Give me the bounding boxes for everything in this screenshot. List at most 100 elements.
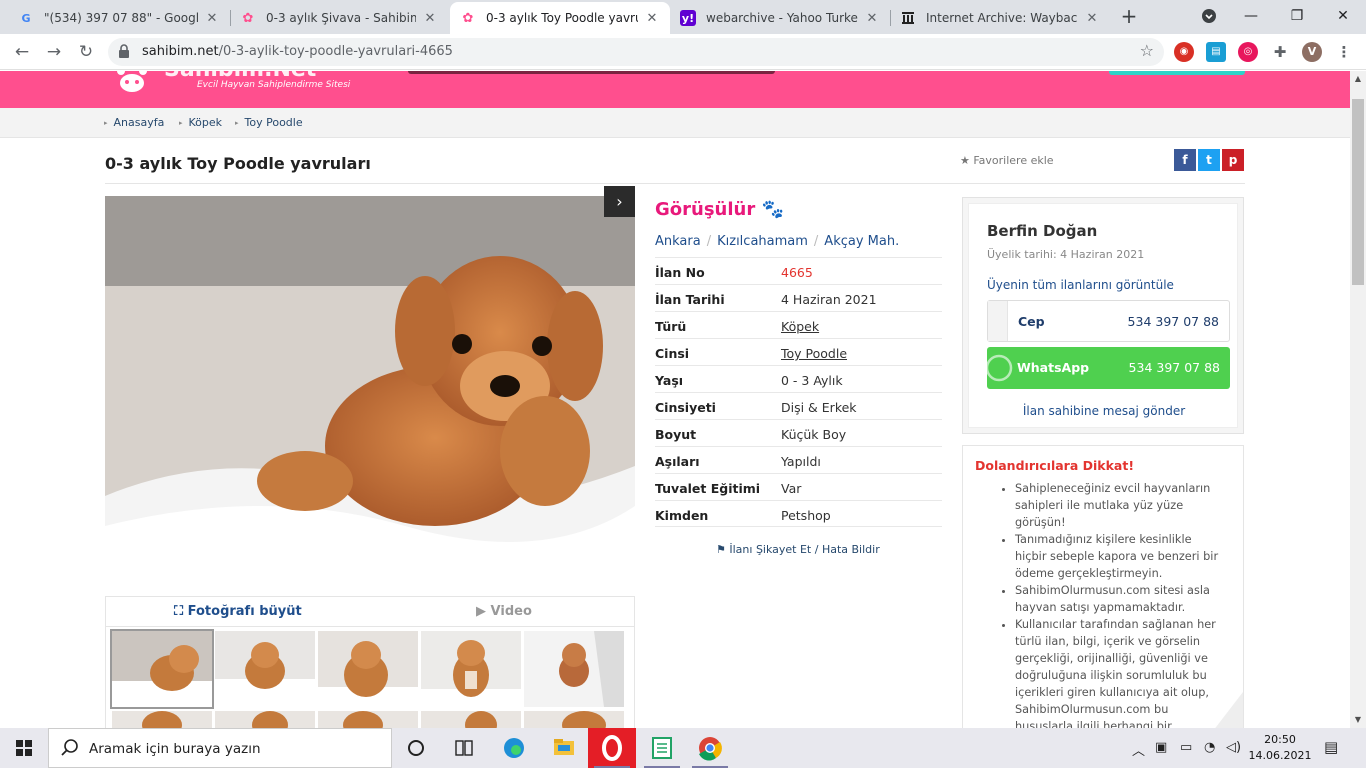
paw-icon: ✿ (242, 10, 254, 26)
bookmark-star-icon[interactable]: ☆ (1140, 41, 1154, 60)
notification-icon[interactable]: ▤ (1324, 738, 1338, 756)
detail-value-link[interactable]: Köpek (781, 319, 819, 334)
whatsapp-icon (987, 354, 1013, 382)
next-photo-button[interactable]: › (604, 186, 635, 217)
tab-archive[interactable]: Internet Archive: Wayback Ma ✕ (890, 2, 1110, 34)
detail-value-link[interactable]: Toy Poodle (781, 346, 847, 361)
tab-yahoo[interactable]: y! webarchive - Yahoo Turkey A ✕ (670, 2, 890, 34)
all-listings-link[interactable]: Üyenin tüm ilanlarını görüntüle (987, 278, 1174, 292)
close-tab-icon[interactable]: ✕ (422, 11, 438, 26)
facebook-share-icon[interactable]: f (1174, 149, 1196, 171)
thumbnail[interactable] (215, 711, 315, 728)
task-view-icon[interactable] (440, 728, 488, 768)
send-message-link[interactable]: İlan sahibine mesaj gönder (969, 404, 1239, 418)
tab-search-icon[interactable] (1186, 0, 1232, 32)
seller-name: Berfin Doğan (987, 222, 1098, 240)
thumbnail[interactable] (524, 711, 624, 728)
extension-icon[interactable]: ◎ (1238, 42, 1258, 62)
search-box[interactable] (408, 71, 775, 74)
spreadsheet-icon[interactable] (638, 728, 686, 768)
location-city[interactable]: Ankara (655, 234, 701, 249)
url-text: sahibim.net/0-3-aylik-toy-poodle-yavrula… (142, 44, 453, 59)
detail-label: Cinsi (655, 346, 690, 361)
twitter-share-icon[interactable]: t (1198, 149, 1220, 171)
location-district[interactable]: Kızılcahamam (717, 234, 808, 249)
opera-icon[interactable] (588, 728, 636, 768)
archive-icon (900, 10, 916, 26)
phone-button[interactable]: Cep 534 397 07 88 (987, 300, 1230, 342)
report-link[interactable]: ⚑ İlanı Şikayet Et / Hata Bildir (716, 543, 880, 556)
new-tab-button[interactable]: + (1118, 5, 1140, 29)
video-tab[interactable]: ▶ Video (476, 604, 532, 619)
breadcrumb-kopek[interactable]: Köpek (179, 116, 223, 129)
tray-expand-icon[interactable]: ︿ (1132, 740, 1145, 759)
search-icon (61, 739, 78, 756)
volume-icon[interactable]: ◁) (1226, 740, 1241, 755)
post-listing-button[interactable] (1109, 71, 1245, 75)
close-tab-icon[interactable]: ✕ (1084, 11, 1100, 26)
close-tab-icon[interactable]: ✕ (204, 11, 220, 26)
main-photo[interactable] (105, 196, 635, 589)
brand-tagline: Evcil Hayvan Sahiplendirme Sitesi (197, 80, 351, 90)
menu-icon[interactable]: ⋮ (1334, 42, 1354, 62)
url-path: /0-3-aylik-toy-poodle-yavrulari-4665 (218, 44, 453, 59)
thumbnail[interactable] (421, 631, 521, 707)
google-icon: G (21, 11, 31, 25)
scroll-down-icon[interactable]: ▼ (1350, 712, 1366, 728)
puppy-image (105, 196, 635, 589)
pinterest-share-icon[interactable]: p (1222, 149, 1244, 171)
cortana-icon[interactable] (392, 728, 440, 768)
tab-toy-poodle[interactable]: ✿ 0-3 aylık Toy Poodle yavruları ✕ (450, 2, 670, 34)
start-button[interactable] (0, 728, 48, 768)
enlarge-photo-tab[interactable]: ⛶ Fotoğrafı büyüt (174, 604, 302, 619)
puzzle-icon[interactable]: ✚ (1270, 42, 1290, 62)
thumbnail[interactable] (112, 711, 212, 728)
lock-icon (119, 44, 129, 58)
scrollbar-thumb[interactable] (1352, 99, 1364, 285)
chrome-icon[interactable] (686, 728, 734, 768)
avatar[interactable]: V (1302, 42, 1322, 62)
thumbnail[interactable] (318, 711, 418, 728)
detail-label: İlan Tarihi (655, 292, 725, 307)
member-since: Üyelik tarihi: 4 Haziran 2021 (987, 248, 1145, 261)
thumbnail[interactable] (421, 711, 521, 728)
page-scrollbar[interactable]: ▲ ▼ (1350, 71, 1366, 728)
detail-value: Küçük Boy (781, 427, 847, 442)
edge-icon[interactable] (490, 728, 538, 768)
extension-icon[interactable]: ◉ (1174, 42, 1194, 62)
detail-row: Aşıları Yapıldı (655, 446, 942, 473)
clock-date: 14.06.2021 (1248, 749, 1312, 762)
breadcrumb-toy-poodle[interactable]: Toy Poodle (235, 116, 303, 129)
back-icon[interactable]: ← (10, 40, 34, 64)
battery-icon[interactable]: ▭ (1180, 740, 1192, 755)
add-favorite-link[interactable]: ★ Favorilere ekle (960, 154, 1054, 167)
close-tab-icon[interactable]: ✕ (864, 11, 880, 26)
breadcrumb-home[interactable]: Anasayfa (104, 116, 165, 129)
close-tab-icon[interactable]: ✕ (644, 11, 660, 26)
thumbnail[interactable] (110, 629, 214, 709)
thumbnail[interactable] (318, 631, 418, 707)
close-window-button[interactable]: ✕ (1320, 0, 1366, 32)
file-explorer-icon[interactable] (540, 728, 588, 768)
location-neighborhood[interactable]: Akçay Mah. (824, 234, 899, 249)
taskbar-search-input[interactable]: Aramak için buraya yazın (48, 728, 392, 768)
thumbnail[interactable] (215, 631, 315, 707)
network-icon[interactable]: ◔ (1204, 740, 1215, 755)
detail-row: Boyut Küçük Boy (655, 419, 942, 446)
whatsapp-button[interactable]: WhatsApp 534 397 07 88 (987, 347, 1230, 389)
url-field[interactable]: sahibim.net/0-3-aylik-toy-poodle-yavrula… (108, 38, 1164, 66)
maximize-button[interactable]: ❐ (1274, 0, 1320, 32)
thumbnail[interactable] (524, 631, 624, 707)
detail-value: 4665 (781, 265, 813, 280)
scroll-up-icon[interactable]: ▲ (1350, 71, 1366, 87)
taskbar-clock[interactable]: 20:50 14.06.2021 (1248, 732, 1312, 764)
forward-icon[interactable]: → (42, 40, 66, 64)
tab-sivava[interactable]: ✿ 0-3 aylık Şivava - Sahibim.Net ✕ (230, 2, 448, 34)
tab-google[interactable]: G "(534) 397 07 88" - Google'da ✕ (8, 2, 230, 34)
minimize-button[interactable]: — (1228, 0, 1274, 32)
tray-app-icon[interactable]: ▣ (1155, 740, 1167, 755)
reload-icon[interactable]: ↻ (74, 40, 98, 64)
extension-icon[interactable]: ▤ (1206, 42, 1226, 62)
detail-value: Dişi & Erkek (781, 400, 857, 415)
whatsapp-number: 534 397 07 88 (1128, 360, 1220, 375)
